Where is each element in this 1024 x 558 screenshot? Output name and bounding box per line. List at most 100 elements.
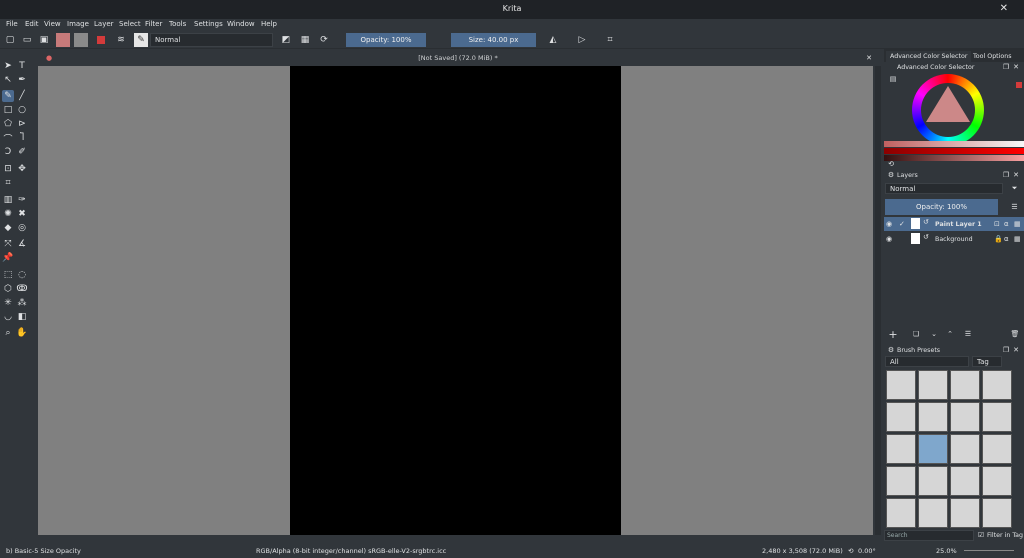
new-document-icon[interactable]: ▢	[4, 33, 16, 47]
layer-alpha-icon[interactable]: α	[1004, 235, 1009, 243]
layer-properties-icon[interactable]: ☰	[962, 328, 974, 340]
polygon-select-icon[interactable]: ⬡	[2, 283, 14, 295]
menu-settings[interactable]: Settings	[194, 20, 223, 28]
open-document-icon[interactable]: ▭	[21, 33, 33, 47]
color-wheel[interactable]	[912, 74, 984, 146]
close-icon[interactable]: ✕	[1000, 3, 1008, 14]
measure-tool-icon[interactable]: ∡	[16, 238, 28, 250]
layer-inherit-icon[interactable]: ▦	[1014, 220, 1021, 228]
rect-select-icon[interactable]: ⬚	[2, 269, 14, 281]
freehand-select-icon[interactable]: ↂ	[16, 283, 28, 295]
layers-close-icon[interactable]: ✕	[1012, 171, 1020, 179]
crop-tool-icon[interactable]: ⌗	[2, 177, 14, 189]
blend-mode-select[interactable]: Normal	[150, 33, 273, 47]
layer-row[interactable]: ◉ ↺ Background 🔒 α ▦	[884, 232, 1024, 246]
pan-tool-icon[interactable]: ✋	[16, 327, 28, 339]
layer-row[interactable]: ◉ ✓ ↺ Paint Layer 1 ⊡ α ▦	[884, 217, 1024, 231]
brush-preset-tile[interactable]	[950, 434, 980, 464]
brush-preset-tile[interactable]	[950, 370, 980, 400]
brush-preset-tile[interactable]	[886, 370, 916, 400]
delete-layer-icon[interactable]: 🗑	[1009, 328, 1021, 340]
pattern-swatch[interactable]	[74, 33, 88, 47]
canvas-vertical-scrollbar[interactable]	[875, 66, 881, 535]
ellipse-tool-icon[interactable]: ○	[16, 104, 28, 116]
layer-opacity-slider[interactable]: Opacity: 100%	[885, 199, 998, 215]
brush-preset-tile[interactable]	[918, 402, 948, 432]
brush-preset-tile[interactable]	[982, 402, 1012, 432]
move-up-icon[interactable]: ⌃	[944, 328, 956, 340]
close-panel-icon[interactable]: ✕	[1012, 63, 1020, 71]
layer-name[interactable]: Paint Layer 1	[935, 221, 982, 228]
bezier-select-icon[interactable]: ◡	[2, 311, 14, 323]
brush-preset-tile[interactable]	[886, 498, 916, 528]
contiguous-select-icon[interactable]: ✳	[2, 297, 14, 309]
menu-edit[interactable]: Edit	[25, 20, 39, 28]
assistant-tool-icon[interactable]: ⤧	[2, 238, 14, 250]
brush-preset-tile[interactable]	[950, 466, 980, 496]
eraser-icon[interactable]: ◩	[280, 33, 292, 47]
dynamic-brush-icon[interactable]: Ɔ	[2, 146, 14, 158]
layers-float-icon[interactable]: ❐	[1002, 171, 1010, 179]
filter-checkbox[interactable]: ☑	[977, 531, 985, 539]
layer-inherit-icon[interactable]: ▦	[1014, 235, 1021, 243]
document-canvas[interactable]	[290, 66, 621, 535]
gradient-swatch[interactable]	[56, 33, 70, 47]
close-document-icon[interactable]: ✕	[864, 53, 874, 63]
visibility-eye-icon[interactable]: ◉	[886, 235, 892, 243]
color-red-strip[interactable]	[884, 148, 1024, 154]
gradient-tool-icon[interactable]: ▥	[2, 194, 14, 206]
brush-preset-tile[interactable]	[982, 370, 1012, 400]
presets-tag-button[interactable]: Tag	[972, 356, 1002, 367]
zoom-slider[interactable]	[964, 550, 1014, 551]
opacity-slider[interactable]: Opacity: 100%	[346, 33, 426, 47]
colorize-mask-icon[interactable]: ✺	[2, 208, 14, 220]
presets-float-icon[interactable]: ❐	[1002, 346, 1010, 354]
preset-search-input[interactable]: Search	[884, 530, 974, 541]
status-rotation[interactable]: 0.00°	[858, 547, 876, 555]
menu-image[interactable]: Image	[67, 20, 89, 28]
polyline-tool-icon[interactable]: ⊳	[16, 118, 28, 130]
layer-filter-icon[interactable]: ⏷	[1010, 184, 1019, 193]
presets-close-icon[interactable]: ✕	[1012, 346, 1020, 354]
brush-preset-icon[interactable]: ✎	[134, 33, 148, 47]
size-slider[interactable]: Size: 40.00 px	[451, 33, 536, 47]
brush-settings-icon[interactable]: ≋	[115, 33, 127, 47]
text-tool-icon[interactable]: T	[16, 60, 28, 72]
rotation-icon[interactable]: ⟲	[848, 547, 853, 555]
layer-lock-icon[interactable]: 🔒	[994, 235, 1003, 243]
menu-select[interactable]: Select	[119, 20, 141, 28]
tab-advanced-color-selector[interactable]: Advanced Color Selector	[886, 51, 972, 62]
enclose-fill-icon[interactable]: ◎	[16, 222, 28, 234]
menu-view[interactable]: View	[44, 20, 61, 28]
freehand-path-icon[interactable]: Ⴈ	[16, 132, 28, 144]
color-gradient-strip[interactable]	[884, 141, 1024, 147]
layer-alpha-icon[interactable]: α	[1004, 220, 1009, 228]
color-swap-icon[interactable]	[94, 33, 108, 47]
mirror-horizontal-icon[interactable]: ◭	[547, 33, 559, 47]
save-icon[interactable]: ▣	[38, 33, 50, 47]
alpha-lock-icon[interactable]: ▦	[299, 33, 311, 47]
edit-shapes-icon[interactable]: ↖	[2, 74, 14, 86]
calligraphy-icon[interactable]: ✒	[16, 74, 28, 86]
layer-check-icon[interactable]: ✓	[899, 220, 905, 228]
layers-blend-select[interactable]: Normal	[885, 183, 1003, 194]
similar-select-icon[interactable]: ⁂	[16, 297, 28, 309]
bezier-tool-icon[interactable]: ⌒	[2, 132, 14, 145]
transform-tool-icon[interactable]: ⊡	[2, 163, 14, 175]
presets-filter-select[interactable]: All	[885, 356, 969, 367]
menu-window[interactable]: Window	[227, 20, 255, 28]
select-shapes-icon[interactable]: ➤	[2, 60, 14, 72]
menu-tools[interactable]: Tools	[169, 20, 186, 28]
layer-menu-icon[interactable]: ☰	[1010, 202, 1019, 211]
menu-layer[interactable]: Layer	[94, 20, 114, 28]
brush-preset-tile[interactable]	[950, 498, 980, 528]
visibility-eye-icon[interactable]: ◉	[886, 220, 892, 228]
layer-lock-icon[interactable]: ⊡	[994, 220, 1000, 228]
brush-preset-tile[interactable]	[982, 498, 1012, 528]
brush-preset-tile[interactable]	[982, 466, 1012, 496]
zoom-tool-icon[interactable]: ⌕	[2, 327, 14, 339]
color-settings-icon[interactable]: ▤	[889, 75, 897, 83]
tab-tool-options[interactable]: Tool Options	[969, 51, 1016, 62]
brush-preset-tile[interactable]	[950, 402, 980, 432]
brush-preset-tile[interactable]	[918, 498, 948, 528]
